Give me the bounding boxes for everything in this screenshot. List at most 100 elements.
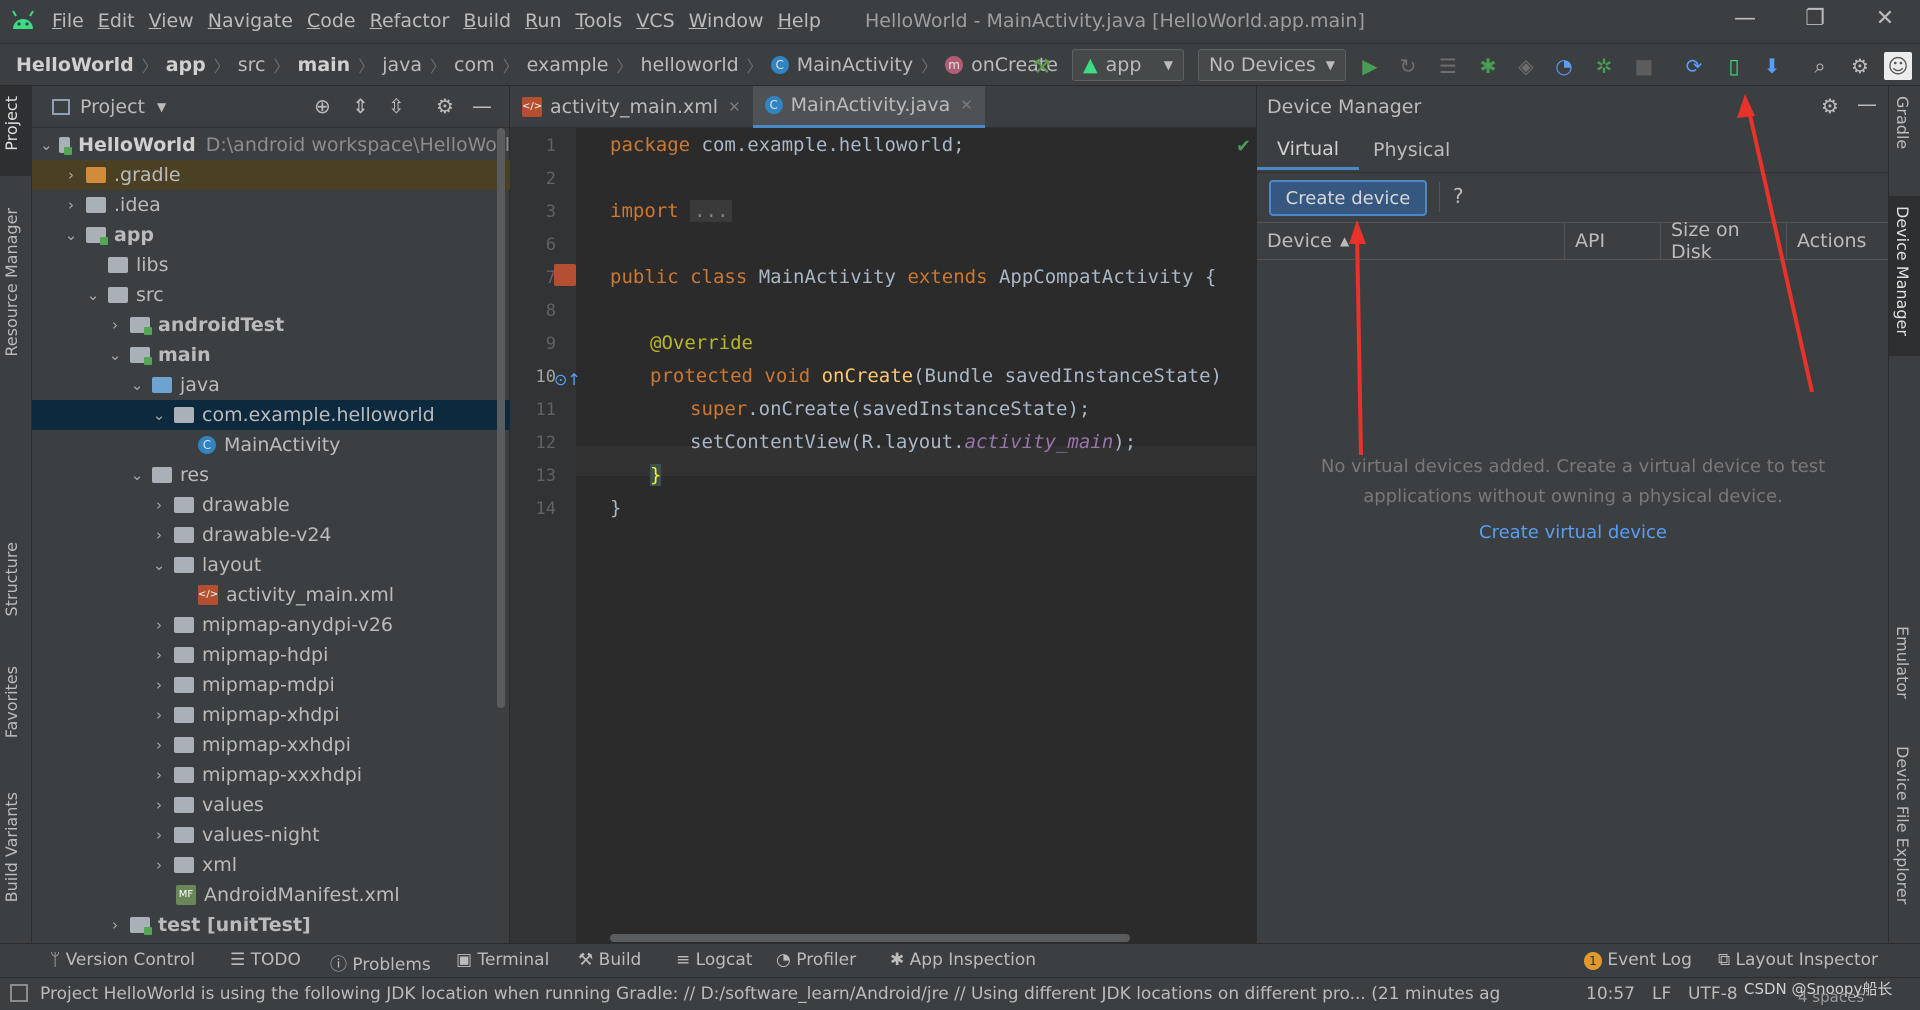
tool-build[interactable]: ⚒ Build xyxy=(578,950,641,970)
layout-file-gutter-icon[interactable] xyxy=(554,264,576,286)
tree-item[interactable]: › .gradle xyxy=(32,160,510,190)
line-separator[interactable]: LF xyxy=(1652,984,1671,1004)
run-icon[interactable]: ▶ xyxy=(1356,52,1384,80)
hide-panel-icon[interactable]: — xyxy=(1857,92,1877,116)
code-line-3[interactable]: import ... xyxy=(610,200,733,222)
breadcrumb-item[interactable]: app xyxy=(166,54,206,76)
tree-item[interactable]: › .idea xyxy=(32,190,510,220)
menu-code[interactable]: Code xyxy=(307,10,356,32)
code-line-13[interactable]: } xyxy=(650,464,662,486)
menu-run[interactable]: Run xyxy=(525,10,561,32)
tree-item[interactable]: › mipmap-xxhdpi xyxy=(32,730,510,760)
menu-window[interactable]: Window xyxy=(689,10,764,32)
code-line-10[interactable]: protected void onCreate(Bundle savedInst… xyxy=(650,365,1222,387)
apply-code-changes-icon[interactable]: ☰ xyxy=(1434,52,1462,80)
tool-logcat[interactable]: ≡ Logcat xyxy=(676,950,752,970)
column-header-size[interactable]: Size on Disk xyxy=(1661,219,1787,263)
device-manager-icon[interactable]: ▯ xyxy=(1720,52,1748,80)
breadcrumb-item[interactable]: MainActivity xyxy=(797,54,913,76)
tree-item[interactable]: </> activity_main.xml xyxy=(32,580,510,610)
tree-item[interactable]: ⌄ main xyxy=(32,340,510,370)
menu-build[interactable]: Build xyxy=(463,10,511,32)
close-icon[interactable]: ✕ xyxy=(1865,6,1905,36)
expand-all-icon[interactable]: ⇕ xyxy=(352,94,369,118)
tab-activity-main-xml[interactable]: </> activity_main.xml ✕ xyxy=(510,86,753,128)
tree-item[interactable]: ⌄ java xyxy=(32,370,510,400)
tool-tab-emulator[interactable]: Emulator xyxy=(1893,626,1912,699)
project-panel-title[interactable]: Project xyxy=(80,96,145,118)
code-line-7[interactable]: public class MainActivity extends AppCom… xyxy=(610,266,1216,288)
tree-item[interactable]: › drawable xyxy=(32,490,510,520)
tree-item[interactable]: › mipmap-xhdpi xyxy=(32,700,510,730)
code-line-9[interactable]: @Override xyxy=(650,332,753,354)
tool-tab-gradle[interactable]: Gradle xyxy=(1893,96,1912,149)
device-dropdown[interactable]: No Devices ▼ xyxy=(1198,49,1346,81)
horizontal-scrollbar[interactable] xyxy=(610,934,1130,942)
breadcrumb-item[interactable]: java xyxy=(382,54,422,76)
tool-event-log[interactable]: 1 Event Log xyxy=(1584,950,1692,970)
breadcrumb-item[interactable]: helloworld xyxy=(640,54,738,76)
tool-tab-favorites[interactable]: Favorites xyxy=(2,666,21,738)
tool-app-inspection[interactable]: ✱ App Inspection xyxy=(890,950,1036,970)
menu-edit[interactable]: Edit xyxy=(98,10,135,32)
tree-item[interactable]: libs xyxy=(32,250,510,280)
avatar[interactable]: ☺ xyxy=(1884,52,1912,80)
breadcrumb-item[interactable]: example xyxy=(527,54,609,76)
tree-item[interactable]: › mipmap-hdpi xyxy=(32,640,510,670)
menu-file[interactable]: File xyxy=(52,10,84,32)
sync-gradle-icon[interactable]: ⟳ xyxy=(1680,52,1708,80)
tree-item[interactable]: ⌄ app xyxy=(32,220,510,250)
gear-icon[interactable]: ⚙ xyxy=(436,94,454,118)
tree-item[interactable]: › drawable-v24 xyxy=(32,520,510,550)
profiler-icon[interactable]: ◔ xyxy=(1550,52,1578,80)
tree-item[interactable]: › values xyxy=(32,790,510,820)
coverage-icon[interactable]: ◈ xyxy=(1512,52,1540,80)
tool-profiler[interactable]: ◔ Profiler xyxy=(776,950,856,970)
column-header-actions[interactable]: Actions xyxy=(1787,222,1889,260)
create-virtual-device-link[interactable]: Create virtual device xyxy=(1257,522,1889,543)
code-line-11[interactable]: super.onCreate(savedInstanceState); xyxy=(690,398,1090,420)
tree-item[interactable]: › androidTest xyxy=(32,310,510,340)
make-project-hammer-icon[interactable]: ⚒ xyxy=(1028,52,1056,80)
tree-item[interactable]: › mipmap-anydpi-v26 xyxy=(32,610,510,640)
tab-physical[interactable]: Physical xyxy=(1353,130,1470,170)
code-line-12[interactable]: setContentView(R.layout.activity_main); xyxy=(690,431,1136,453)
file-encoding[interactable]: UTF-8 xyxy=(1688,984,1738,1004)
tree-root[interactable]: ⌄ HelloWorld D:\android workspace\HelloW… xyxy=(32,130,510,160)
tool-tab-device-manager[interactable]: Device Manager xyxy=(1893,206,1912,336)
tree-item[interactable]: ⌄ src xyxy=(32,280,510,310)
menu-refactor[interactable]: Refactor xyxy=(370,10,450,32)
tree-item[interactable]: › xml xyxy=(32,850,510,880)
column-header-device[interactable]: Device ▲ xyxy=(1257,222,1565,260)
create-device-button[interactable]: Create device xyxy=(1269,180,1427,216)
folded-imports[interactable]: ... xyxy=(690,200,733,222)
code-line-1[interactable]: package com.example.helloworld; xyxy=(610,134,965,156)
menu-view[interactable]: View xyxy=(149,10,194,32)
breadcrumb-item[interactable]: src xyxy=(238,54,266,76)
run-config-dropdown[interactable]: ▲ app ▼ xyxy=(1072,49,1184,81)
locate-file-icon[interactable]: ⊕ xyxy=(314,94,331,118)
tree-item[interactable]: ⌄ layout xyxy=(32,550,510,580)
breadcrumb-item[interactable]: main xyxy=(298,54,351,76)
tool-todo[interactable]: ☰ TODO xyxy=(230,950,301,970)
menu-tools[interactable]: Tools xyxy=(576,10,623,32)
tree-item[interactable]: ⌄ res xyxy=(32,460,510,490)
restore-icon[interactable]: ❐ xyxy=(1795,6,1835,36)
tree-item[interactable]: › values-night xyxy=(32,820,510,850)
search-icon[interactable]: ⌕ xyxy=(1806,52,1834,80)
tool-layout-inspector[interactable]: ⧉ Layout Inspector xyxy=(1718,950,1878,970)
sdk-manager-icon[interactable]: ⬇ xyxy=(1758,52,1786,80)
tree-item[interactable]: › mipmap-xxxhdpi xyxy=(32,760,510,790)
tab-mainactivity-java[interactable]: C MainActivity.java ✕ xyxy=(752,85,985,128)
caret-position[interactable]: 10:57 xyxy=(1586,984,1635,1004)
debug-icon[interactable]: ✱ xyxy=(1474,52,1502,80)
code-line-14[interactable]: } xyxy=(610,497,621,519)
close-icon[interactable]: ✕ xyxy=(728,98,741,116)
stop-icon[interactable]: ■ xyxy=(1630,52,1658,80)
tree-item[interactable]: MF AndroidManifest.xml xyxy=(32,880,510,910)
tree-item[interactable]: › test [unitTest] xyxy=(32,910,510,940)
menu-help[interactable]: Help xyxy=(778,10,821,32)
help-icon[interactable]: ? xyxy=(1453,184,1464,208)
chevron-down-icon[interactable]: ▼ xyxy=(157,100,166,114)
tool-tab-structure[interactable]: Structure xyxy=(2,542,21,616)
